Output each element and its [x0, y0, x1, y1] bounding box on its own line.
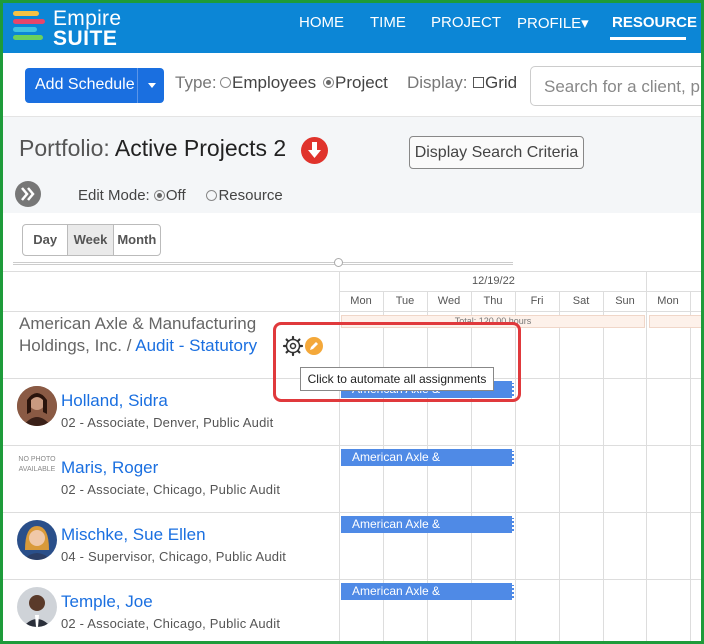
- grid-checkbox[interactable]: [473, 77, 484, 89]
- type-label: Type:: [175, 73, 217, 92]
- day-header: Mon: [350, 295, 372, 307]
- add-schedule-button[interactable]: Add Schedule: [25, 68, 164, 103]
- search-placeholder: Search for a client, p: [544, 77, 700, 96]
- view-switcher-area: Day Week Month: [3, 213, 701, 271]
- day-header: Sat: [572, 295, 590, 307]
- view-month-button[interactable]: Month: [114, 225, 160, 255]
- view-week-button[interactable]: Week: [68, 225, 114, 255]
- schedule-grid: 12/19/22 Mon Tue Wed Thu Fri Sat Sun Mon…: [3, 271, 701, 641]
- grid-line: [3, 445, 701, 446]
- day-header: Mon: [657, 295, 679, 307]
- grid-line: [690, 291, 691, 641]
- search-input[interactable]: Search for a client, p: [530, 66, 701, 106]
- edit-mode-off-option[interactable]: Off: [153, 187, 186, 204]
- person-subtitle: 02 - Associate, Chicago, Public Audit: [61, 482, 281, 497]
- app-frame: Empire SUITE HOME TIME PROJECT PROFILE▾ …: [0, 0, 704, 644]
- type-employees-label: Employees: [232, 73, 317, 92]
- grid-line: [3, 579, 701, 580]
- person-subtitle: 02 - Associate, Chicago, Public Audit: [61, 616, 281, 631]
- person-subtitle: 02 - Associate, Denver, Public Audit: [61, 415, 274, 430]
- top-nav: Empire SUITE HOME TIME PROJECT PROFILE▾ …: [3, 3, 701, 53]
- edit-mode-label: Edit Mode:: [78, 187, 150, 204]
- radio-resource[interactable]: [206, 189, 218, 201]
- nav-home[interactable]: HOME: [299, 14, 344, 31]
- grid-line: [3, 271, 701, 272]
- person-subtitle: 04 - Supervisor, Chicago, Public Audit: [61, 549, 287, 564]
- edit-off-label: Off: [165, 187, 186, 204]
- radio-project[interactable]: [323, 77, 334, 89]
- display-grid-option[interactable]: Grid: [473, 73, 517, 93]
- person-name-link[interactable]: Temple, Joe: [61, 592, 153, 612]
- automate-tooltip: Click to automate all assignments: [300, 367, 494, 391]
- caret-down-icon[interactable]: [148, 83, 156, 88]
- project-link[interactable]: Audit - Statutory: [135, 336, 257, 355]
- radio-employees[interactable]: [220, 77, 231, 89]
- grid-line: [646, 271, 647, 641]
- type-project-label: Project: [335, 73, 388, 92]
- portfolio-panel: Portfolio: Active Projects 2 Display Sea…: [3, 117, 701, 213]
- assignment-bar[interactable]: American Axle &: [341, 583, 514, 600]
- arrow-down-icon[interactable]: [301, 137, 328, 164]
- edit-mode: Edit Mode: Off Resource: [78, 187, 283, 204]
- nav-time[interactable]: TIME: [370, 14, 406, 31]
- day-header: Thu: [483, 295, 503, 307]
- day-header: Wed: [437, 295, 461, 307]
- grid-line: [3, 311, 701, 312]
- portfolio-label: Portfolio:: [19, 135, 110, 161]
- view-day-button[interactable]: Day: [23, 225, 69, 255]
- display-label: Display:: [407, 73, 468, 92]
- display-search-criteria-button[interactable]: Display Search Criteria: [409, 136, 584, 169]
- type-employees-option[interactable]: Employees: [220, 73, 316, 93]
- double-chevron-right-icon[interactable]: [15, 181, 41, 207]
- grid-line: [3, 512, 701, 513]
- client-name-line2: Holdings, Inc. /: [19, 336, 132, 355]
- radio-off[interactable]: [153, 189, 165, 201]
- person-name-link[interactable]: Mischke, Sue Ellen: [61, 525, 206, 545]
- day-header: Sun: [615, 295, 635, 307]
- edit-resource-label: Resource: [218, 187, 283, 204]
- splitter-handle[interactable]: [334, 258, 343, 267]
- nav-active-indicator: [610, 37, 686, 40]
- add-schedule-divider: [137, 68, 138, 103]
- nav-project[interactable]: PROJECT: [431, 14, 501, 31]
- empire-suite-logo[interactable]: Empire SUITE: [13, 7, 133, 50]
- nav-resource[interactable]: RESOURCE: [612, 14, 697, 31]
- nav-profile[interactable]: PROFILE▾: [517, 14, 589, 32]
- splitter-bar[interactable]: [13, 262, 513, 265]
- view-switcher: Day Week Month: [22, 224, 161, 256]
- edit-mode-resource-option[interactable]: Resource: [206, 187, 283, 204]
- person-name-link[interactable]: Maris, Roger: [61, 458, 158, 478]
- avatar: [17, 587, 57, 627]
- grid-line: [559, 291, 560, 641]
- assignment-bar[interactable]: American Axle &: [341, 516, 514, 533]
- type-project-option[interactable]: Project: [323, 73, 388, 93]
- person-name-link[interactable]: Holland, Sidra: [61, 391, 168, 411]
- client-project-title: American Axle & Manufacturing Holdings, …: [19, 313, 289, 357]
- logo-text-line2: SUITE: [53, 27, 118, 50]
- grid-line: [603, 291, 604, 641]
- assignment-bar[interactable]: American Axle &: [341, 449, 514, 466]
- logo-bars-icon: [13, 11, 47, 45]
- add-schedule-label: Add Schedule: [35, 76, 135, 93]
- portfolio-title: Portfolio: Active Projects 2: [19, 135, 286, 162]
- week-label: 12/19/22: [472, 275, 515, 287]
- display-grid-label: Grid: [485, 73, 518, 92]
- no-photo-placeholder: NO PHOTO AVAILABLE: [18, 456, 56, 473]
- day-header: Tue: [395, 295, 415, 307]
- total-hours-bar-next: [649, 315, 701, 328]
- portfolio-value[interactable]: Active Projects 2: [115, 135, 286, 161]
- grid-line: [339, 291, 701, 292]
- toolbar: Add Schedule Type: Employees Project Dis…: [3, 53, 701, 117]
- avatar: [17, 386, 57, 426]
- day-header: Fri: [530, 295, 544, 307]
- client-name-line1: American Axle & Manufacturing: [19, 314, 257, 333]
- avatar: [17, 520, 57, 560]
